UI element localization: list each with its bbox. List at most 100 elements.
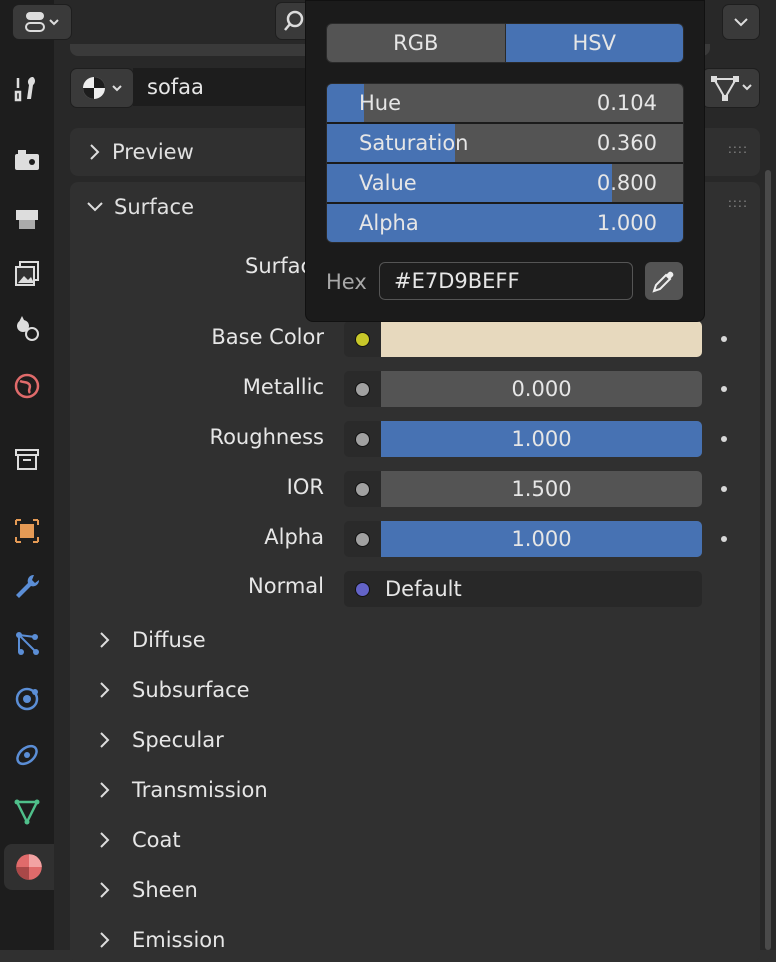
subsection-sheen[interactable]: Sheen (98, 874, 198, 906)
subsection-label: Subsurface (132, 678, 250, 702)
chevron-right-icon (100, 932, 110, 948)
properties-tab-bar (0, 0, 54, 950)
hex-value: #E7D9BEFF (394, 269, 520, 293)
mesh-vertex-icon (711, 76, 752, 101)
subsection-diffuse[interactable]: Diffuse (98, 624, 206, 656)
property-value-field[interactable]: 1.000 (381, 421, 702, 457)
slider-hue[interactable]: Hue 0.104 (327, 84, 683, 122)
socket-button[interactable] (344, 471, 381, 507)
eyedropper-icon (652, 271, 674, 293)
chevron-right-icon (100, 682, 110, 698)
drag-handle-icon[interactable]: :::: (728, 142, 748, 156)
property-label: Roughness (209, 425, 324, 449)
slider-value: 0.800 (596, 171, 657, 195)
subsection-label: Coat (132, 828, 181, 852)
socket-icon (355, 481, 370, 497)
property-value: 1.000 (511, 427, 572, 451)
node-tree-button[interactable] (702, 68, 760, 108)
surface-panel-header[interactable]: Surface (86, 182, 194, 232)
options-dropdown-button[interactable] (722, 4, 760, 40)
chevron-right-icon (90, 144, 100, 160)
keyframe-dot-icon[interactable] (721, 536, 727, 542)
keyframe-dot-icon[interactable] (721, 386, 727, 392)
chevron-down-icon (87, 202, 103, 212)
socket-icon (355, 531, 370, 547)
subsection-label: Sheen (132, 878, 198, 902)
physics-icon[interactable] (8, 680, 46, 718)
slider-saturation[interactable]: Saturation 0.360 (327, 124, 683, 162)
chevron-right-icon (100, 782, 110, 798)
color-picker-popup: RGB HSV Hue 0.104 Saturation 0.360 Value 0.80… (305, 0, 705, 322)
collection-icon[interactable] (8, 440, 46, 478)
property-label: Base Color (211, 325, 324, 349)
subsection-label: Specular (132, 728, 224, 752)
keyframe-dot-icon[interactable] (721, 486, 727, 492)
world-icon[interactable] (8, 367, 46, 405)
socket-button[interactable] (344, 521, 381, 557)
slider-label: Alpha (359, 211, 419, 235)
property-value-field[interactable]: 1.000 (381, 521, 702, 557)
property-value-field[interactable]: 1.500 (381, 471, 702, 507)
subsection-label: Transmission (132, 778, 268, 802)
socket-button[interactable] (344, 371, 381, 407)
scene-icon[interactable] (8, 310, 46, 348)
surface-panel-title: Surface (114, 195, 195, 219)
socket-button[interactable] (344, 321, 381, 357)
chevron-right-icon (100, 632, 110, 648)
slider-value[interactable]: Value 0.800 (327, 164, 683, 202)
slider-value: 0.360 (596, 131, 657, 155)
material-icon[interactable] (4, 844, 54, 890)
eyedropper-button[interactable] (645, 262, 683, 300)
subsection-subsurface[interactable]: Subsurface (98, 674, 250, 706)
material-browse-button[interactable] (70, 68, 134, 108)
hex-input[interactable]: #E7D9BEFF (379, 262, 633, 300)
tool-icon[interactable] (8, 70, 46, 108)
output-icon[interactable] (8, 200, 46, 238)
data-icon[interactable] (8, 792, 46, 830)
normal-socket-icon[interactable] (355, 581, 370, 597)
tab-hsv[interactable]: HSV (505, 24, 683, 62)
slider-label: Hue (359, 91, 402, 115)
property-value: 0.000 (511, 377, 572, 401)
subsection-transmission[interactable]: Transmission (98, 774, 268, 806)
tab-rgb[interactable]: RGB (327, 24, 506, 62)
slider-value: 1.000 (596, 211, 657, 235)
property-label: Alpha (264, 525, 324, 549)
material-name: sofaa (147, 75, 204, 99)
slider-label: Saturation (359, 131, 469, 155)
socket-icon (355, 381, 370, 397)
chevron-right-icon (100, 832, 110, 848)
normal-value: Default (385, 577, 462, 601)
subsection-label: Diffuse (132, 628, 206, 652)
base-color-swatch[interactable] (381, 321, 702, 357)
slider-value: 0.104 (596, 91, 657, 115)
subsection-label: Emission (132, 928, 226, 952)
socket-icon (355, 431, 370, 447)
object-icon[interactable] (8, 512, 46, 550)
chevron-right-icon (100, 732, 110, 748)
particles-icon[interactable] (8, 624, 46, 662)
slider-label: Value (359, 171, 417, 195)
subsection-specular[interactable]: Specular (98, 724, 224, 756)
preview-panel-title: Preview (112, 140, 194, 164)
normal-field[interactable]: Default (344, 571, 702, 607)
slider-alpha[interactable]: Alpha 1.000 (327, 204, 683, 242)
property-value-field[interactable]: 0.000 (381, 371, 702, 407)
material-name-field[interactable]: sofaa (133, 68, 308, 106)
drag-handle-icon[interactable]: :::: (728, 196, 748, 210)
render-icon[interactable] (8, 142, 46, 180)
modifier-icon[interactable] (8, 568, 46, 606)
editor-type-button[interactable] (12, 4, 72, 40)
scrollbar[interactable] (765, 170, 771, 950)
view-layer-icon[interactable] (8, 255, 46, 293)
subsection-emission[interactable]: Emission (98, 924, 225, 956)
subsection-coat[interactable]: Coat (98, 824, 181, 856)
keyframe-dot-icon[interactable] (721, 436, 727, 442)
constraints-icon[interactable] (8, 736, 46, 774)
property-label: Metallic (242, 375, 324, 399)
hex-label: Hex (326, 270, 367, 294)
socket-button[interactable] (344, 421, 381, 457)
keyframe-dot-icon[interactable] (721, 336, 727, 342)
chevron-down-icon (734, 18, 748, 27)
property-label: IOR (286, 475, 324, 499)
